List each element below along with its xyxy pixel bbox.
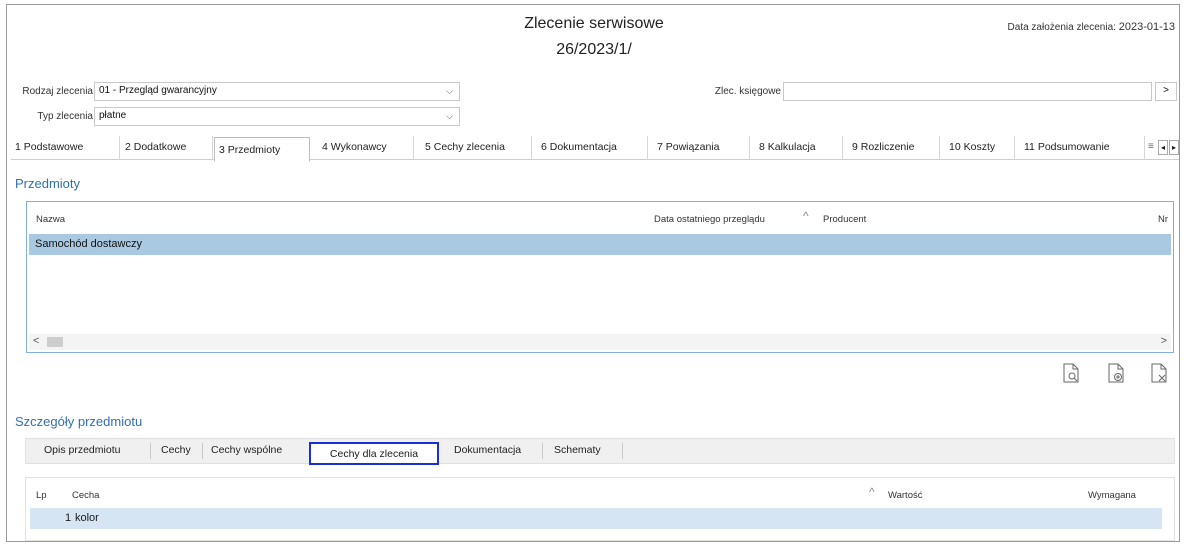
- tab-dodatkowe[interactable]: 2 Dodatkowe: [121, 136, 213, 160]
- main-tabbar: 1 Podstawowe 2 Dodatkowe 3 Przedmioty 4 …: [11, 136, 1179, 162]
- creation-date: Data założenia zlecenia: 2023-01-13: [1008, 21, 1175, 33]
- horizontal-scrollbar[interactable]: < >: [29, 334, 1171, 350]
- scrollbar-thumb[interactable]: [47, 337, 63, 347]
- item-details-section-title: Szczegóły przedmiotu: [15, 414, 143, 429]
- scroll-right-arrow[interactable]: >: [1161, 335, 1167, 347]
- tab-rozliczenie[interactable]: 9 Rozliczenie: [848, 136, 940, 160]
- column-header-cecha[interactable]: Cecha: [72, 490, 99, 501]
- add-document-icon[interactable]: [1108, 363, 1124, 386]
- tab-kalkulacja[interactable]: 8 Kalkulacja: [755, 136, 843, 160]
- subtab-dokumentacja[interactable]: Dokumentacja: [454, 444, 521, 456]
- subtab-opis-przedmiotu[interactable]: Opis przedmiotu: [44, 444, 120, 456]
- column-header-wymagana[interactable]: Wymagana: [1088, 490, 1136, 501]
- column-header-nazwa[interactable]: Nazwa: [36, 214, 65, 225]
- accounting-order-button[interactable]: >: [1155, 82, 1177, 101]
- tab-scroll-right-button[interactable]: ▸: [1169, 140, 1179, 155]
- tab-koszty[interactable]: 10 Koszty: [945, 136, 1015, 160]
- column-header-nr[interactable]: Nr: [1158, 214, 1172, 225]
- tabs-overflow-menu-icon[interactable]: ≡: [1148, 141, 1154, 152]
- order-type-value: płatne: [99, 110, 127, 121]
- tab-wykonawcy[interactable]: 4 Wykonawcy: [318, 136, 414, 160]
- column-header-wartosc[interactable]: Wartość: [888, 490, 922, 501]
- column-header-last-inspection[interactable]: Data ostatniego przeglądu: [654, 214, 765, 225]
- subtab-cechy-wspolne[interactable]: Cechy wspólne: [211, 444, 282, 456]
- order-kind-select[interactable]: 01 - Przegląd gwarancyjny ⌵: [94, 82, 460, 101]
- chevron-down-icon: ⌵: [446, 111, 453, 121]
- tab-podstawowe[interactable]: 1 Podstawowe: [11, 136, 120, 160]
- tab-podsumowanie[interactable]: 11 Podsumowanie: [1020, 136, 1145, 160]
- table-row[interactable]: 1 kolor: [30, 508, 1162, 529]
- chevron-down-icon: ⌵: [446, 86, 453, 96]
- tab-cechy-zlecenia[interactable]: 5 Cechy zlecenia: [421, 136, 532, 160]
- creation-date-label: Data założenia zlecenia:: [1007, 22, 1116, 33]
- table-row[interactable]: Samochód dostawczy: [29, 234, 1171, 255]
- sort-ascending-icon: ^: [803, 209, 809, 223]
- item-name: Samochód dostawczy: [35, 238, 142, 250]
- feature-lp: 1: [65, 512, 72, 524]
- delete-document-icon[interactable]: [1151, 363, 1167, 386]
- subtab-divider: [542, 443, 543, 459]
- tab-dokumentacja[interactable]: 6 Dokumentacja: [537, 136, 648, 160]
- service-order-window: Zlecenie serwisowe 26/2023/1/ Data założ…: [6, 4, 1180, 542]
- items-grid: Nazwa Data ostatniego przeglądu ^ Produc…: [26, 201, 1174, 353]
- column-header-lp[interactable]: Lp: [36, 490, 47, 501]
- subtab-divider: [622, 443, 623, 459]
- details-subtabs: Opis przedmiotu Cechy Cechy wspólne Cech…: [25, 438, 1175, 465]
- accounting-order-label: Zlec. księgowe: [714, 86, 781, 97]
- page-title: Zlecenie serwisowe: [524, 15, 664, 32]
- scroll-left-arrow[interactable]: <: [33, 335, 39, 347]
- order-number: 26/2023/1/: [556, 41, 632, 58]
- preview-document-icon[interactable]: [1063, 363, 1079, 386]
- feature-name: kolor: [75, 512, 99, 524]
- accounting-order-field[interactable]: [783, 82, 1152, 101]
- order-kind-label: Rodzaj zlecenia: [22, 86, 93, 97]
- subtab-divider: [202, 443, 203, 459]
- sort-ascending-icon: ^: [869, 485, 875, 499]
- subtab-cechy[interactable]: Cechy: [161, 444, 191, 456]
- items-section-title: Przedmioty: [15, 176, 81, 191]
- order-type-label: Typ zlecenia: [37, 111, 93, 122]
- subtab-schematy[interactable]: Schematy: [554, 444, 601, 456]
- column-header-producent[interactable]: Producent: [823, 214, 866, 225]
- order-kind-value: 01 - Przegląd gwarancyjny: [99, 85, 217, 96]
- tab-przedmioty[interactable]: 3 Przedmioty: [214, 137, 310, 162]
- subtab-cechy-dla-zlecenia[interactable]: Cechy dla zlecenia: [309, 442, 439, 465]
- order-type-select[interactable]: płatne ⌵: [94, 107, 460, 126]
- subtab-divider: [150, 443, 151, 459]
- tab-scroll-left-button[interactable]: ◂: [1158, 140, 1168, 155]
- creation-date-value: 2023-01-13: [1118, 21, 1175, 33]
- features-grid: Lp Cecha ^ Wartość Wymagana 1 kolor: [25, 477, 1175, 541]
- tab-powiazania[interactable]: 7 Powiązania: [653, 136, 750, 160]
